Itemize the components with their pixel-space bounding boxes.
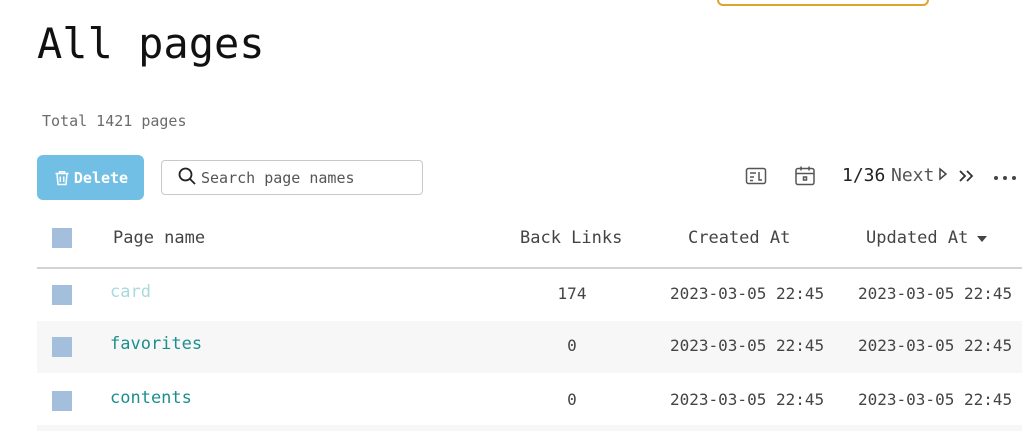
card-layout-icon (745, 166, 767, 190)
search-input[interactable] (201, 168, 421, 187)
updated-at: 2023-03-05 22:45 (858, 284, 1013, 303)
row-checkbox[interactable] (52, 285, 72, 305)
pager-count: 1/36 (842, 165, 886, 186)
delete-button-label: Delete (73, 168, 129, 187)
table-row: card 174 2023-03-05 22:45 2023-03-05 22:… (37, 269, 1022, 321)
created-at: 2023-03-05 22:45 (670, 284, 825, 303)
table-row (37, 425, 1022, 431)
all-pages-view: All pages Total 1421 pages Delete Search… (0, 0, 1029, 431)
next-page-label: Next (891, 165, 935, 186)
page-link[interactable]: favorites (110, 334, 202, 354)
trash-icon (53, 169, 71, 187)
more-horizontal-icon (992, 171, 1018, 190)
toggle-journals-button[interactable] (744, 166, 768, 190)
updated-at: 2023-03-05 22:45 (858, 336, 1013, 355)
column-header-page-name[interactable]: Page name (113, 228, 205, 248)
row-checkbox[interactable] (52, 391, 72, 411)
back-links-count: 0 (567, 336, 577, 355)
page-link[interactable]: contents (110, 388, 192, 408)
delete-button[interactable]: Delete (37, 155, 144, 200)
search-icon (177, 166, 197, 190)
row-checkbox[interactable] (52, 337, 72, 357)
column-header-updated-at[interactable]: Updated At (866, 228, 988, 248)
caret-down-icon (976, 228, 988, 248)
more-options-button[interactable] (992, 168, 1018, 186)
column-header-updated-at-label: Updated At (866, 228, 969, 248)
toggle-dates-button[interactable] (793, 166, 817, 190)
caret-right-icon (938, 165, 948, 186)
table-row: favorites 0 2023-03-05 22:45 2023-03-05 … (37, 321, 1022, 373)
last-page-button[interactable] (957, 168, 975, 188)
created-at: 2023-03-05 22:45 (670, 390, 825, 409)
total-pages-count: Total 1421 pages (42, 112, 187, 130)
select-all-checkbox[interactable] (52, 228, 72, 248)
page-link[interactable]: card (110, 282, 151, 302)
column-header-back-links[interactable]: Back Links (520, 228, 622, 248)
back-links-count: 0 (567, 390, 577, 409)
back-links-count: 174 (557, 284, 587, 303)
table-row: contents 0 2023-03-05 22:45 2023-03-05 2… (37, 373, 1022, 425)
table-header: Page name Back Links Created At Updated … (37, 215, 1022, 269)
top-button-outline[interactable] (717, 0, 929, 6)
double-chevron-right-icon (957, 169, 975, 188)
page-title: All pages (37, 19, 265, 68)
updated-at: 2023-03-05 22:45 (858, 390, 1013, 409)
calendar-icon (794, 165, 816, 191)
next-page-button[interactable]: Next (891, 165, 948, 186)
column-header-created-at[interactable]: Created At (688, 228, 790, 248)
search-box[interactable] (161, 160, 423, 195)
created-at: 2023-03-05 22:45 (670, 336, 825, 355)
